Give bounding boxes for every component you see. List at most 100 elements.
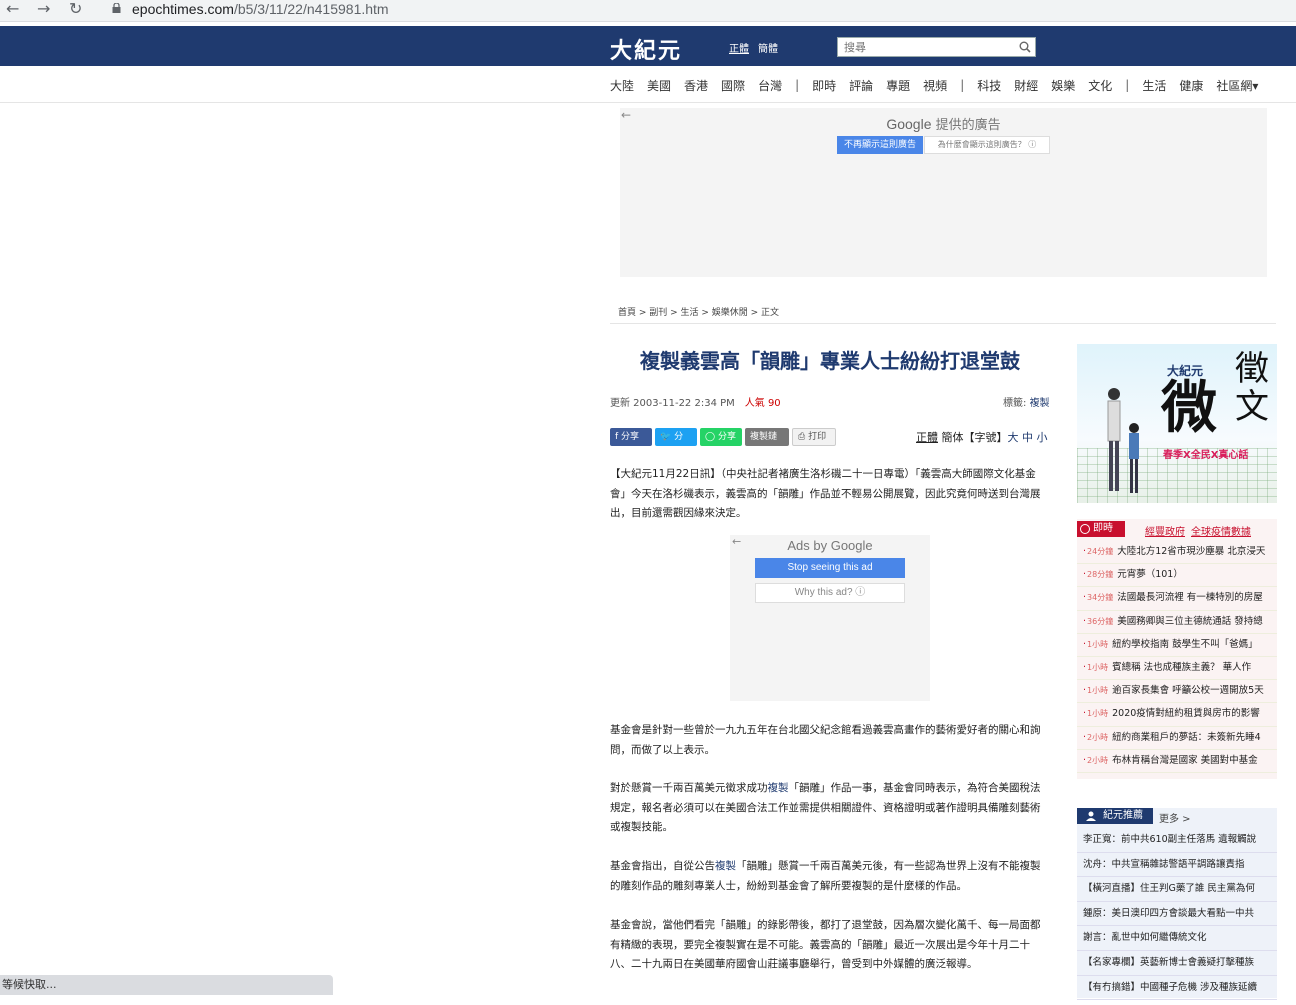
news-item[interactable]: ·2小時 紐約商業租戶的夢話：未簽新先睡4 [1077, 727, 1277, 750]
bullet: · [1083, 754, 1087, 766]
menu-item[interactable]: 香港 [684, 77, 708, 94]
news-link[interactable]: 經豐政府 [1145, 523, 1185, 538]
recommend-item[interactable]: 【橫河直播】住王判G藥了誰 民主黨為何 [1077, 877, 1277, 902]
print-button[interactable]: ⎙ 打印 [792, 428, 836, 446]
recommend-item[interactable]: 謝言：亂世中如何繼傳統文化 [1077, 926, 1277, 951]
news-item[interactable]: ·34分鐘 法國最長河流裡 有一棟特別的房屋 [1077, 587, 1277, 611]
menu-item[interactable]: 科技 [977, 77, 1001, 94]
news-time: 2小時 [1087, 732, 1109, 742]
url-text[interactable]: epochtimes.com/b5/3/11/22/n415981.htm [132, 1, 389, 17]
menu-item[interactable]: 生活 [1142, 77, 1166, 94]
search-icon[interactable] [1019, 41, 1031, 53]
news-list: ·24分鐘 大陸北方12省市現沙塵暴 北京浸天 ·28分鐘 元宵夢（101） ·34分鐘… [1077, 541, 1277, 773]
news-title[interactable]: 美國務卿與三位主德統通話 發持總 [1117, 616, 1263, 627]
menu-item[interactable]: 社區網▾ [1216, 77, 1258, 94]
news-title[interactable]: 大陸北方12省市現沙塵暴 北京浸天 [1117, 546, 1265, 557]
news-item[interactable]: ·2小時 布林肯稱台灣是國家 美國對中基金 [1077, 750, 1277, 773]
twitter-share-button[interactable]: 🐦 分享 [655, 428, 697, 460]
tab-label: 即時 [1093, 523, 1113, 534]
tag-link[interactable]: 複製 [1030, 398, 1050, 409]
news-item[interactable]: ·1小時 紐約學校指南 鼓學生不叫「爸媽」 [1077, 634, 1277, 657]
news-item[interactable]: ·1小時 逾百家長集會 呼籲公校一週開放5天 [1077, 680, 1277, 704]
more-link[interactable]: 更多 > [1159, 810, 1191, 825]
forward-icon[interactable]: → [37, 0, 50, 18]
stop-seeing-ad-button[interactable]: Stop seeing this ad [755, 558, 905, 578]
article-tags: 標籤: 複製 [1003, 394, 1050, 409]
lang-simplified[interactable]: 簡體 [758, 40, 778, 55]
news-item[interactable]: ·28分鐘 元宵夢（101） [1077, 564, 1277, 588]
top-ad: ← Google 提供的廣告 不再顯示這則廣告 為什麼會顯示這則廣告？ ⓘ [620, 108, 1267, 277]
tag-link[interactable]: 複製 [715, 860, 736, 872]
font-simplified-link[interactable]: 簡体【字號】 [938, 431, 1007, 444]
reload-icon[interactable]: ↻ [69, 0, 82, 18]
text-run: 基金會指出，自從公告 [610, 860, 715, 872]
bullet: · [1083, 592, 1087, 604]
tag-link[interactable]: 複製 [768, 782, 789, 794]
bullet: · [1083, 546, 1087, 557]
ad-why-button[interactable]: 為什麼會顯示這則廣告？ ⓘ [924, 136, 1050, 154]
why-this-ad-button[interactable]: Why this ad? ⓘ [755, 583, 905, 603]
menu-item[interactable]: 娛樂 [1051, 77, 1075, 94]
tab-recommend[interactable]: 紀元推薦 [1077, 808, 1153, 824]
news-item[interactable]: ·36分鐘 美國務卿與三位主德統通話 發持總 [1077, 611, 1277, 634]
facebook-share-button[interactable]: f 分享 [610, 428, 652, 446]
menu-item[interactable]: 美國 [647, 77, 671, 94]
tab-breaking[interactable]: 即時 [1077, 521, 1125, 537]
news-item[interactable]: ·24分鐘 大陸北方12省市現沙塵暴 北京浸天 [1077, 541, 1277, 565]
back-icon[interactable]: ← [6, 0, 19, 18]
url-host: epochtimes.com [132, 1, 234, 17]
font-controls: 正體 簡体【字號】大 中 小 [916, 429, 1048, 445]
article-meta: 更新 2003-11-22 2:34 PM 人氣 90 [610, 394, 781, 409]
promo-banner[interactable]: 大紀元 微 徵文 春季X全民X真心話 [1077, 344, 1277, 503]
category-menu: 大陸 美國 香港 國際 台灣 | 即時 評論 專題 視頻 | 科技 財經 娛樂 文化 | 生活 健康 社區網▾ [610, 76, 1271, 94]
menu-item[interactable]: 視頻 [923, 77, 947, 94]
search-input[interactable] [838, 38, 1016, 56]
news-title[interactable]: 紐約商業租戶的夢話：未簽新先睡4 [1112, 732, 1261, 743]
share-label: 分享 [621, 432, 640, 442]
lang-traditional[interactable]: 正體 [729, 40, 749, 55]
whatsapp-share-button[interactable]: ◯ 分享 [700, 428, 742, 446]
menu-item[interactable]: 財經 [1014, 77, 1038, 94]
breadcrumb[interactable]: 首頁 > 副刊 > 生活 > 娛樂休閒 > 正文 [618, 305, 779, 318]
provided-text: 提供的廣告 [931, 118, 1001, 133]
url-path: /b5/3/11/22/n415981.htm [233, 1, 389, 17]
news-title[interactable]: 元宵夢（101） [1117, 569, 1183, 580]
ad-stop-button[interactable]: 不再顯示這則廣告 [837, 136, 923, 154]
menu-item[interactable]: 即時 [812, 77, 836, 94]
article-paragraph: 基金會指出，自從公告複製「韻雕」懸賞一千兩百萬美元後，有一些認為世界上沒有不能複… [610, 857, 1050, 896]
site-logo[interactable]: 大紀元 [610, 33, 682, 65]
recommend-item[interactable]: 沈舟：中共宣稱雜誌警語平調路讓責指 [1077, 853, 1277, 878]
news-title[interactable]: 法國最長河流裡 有一棟特別的房屋 [1117, 592, 1263, 603]
recommend-item[interactable]: 鍾原：美日澳印四方會談最大看點一中共 [1077, 902, 1277, 927]
man-figure-icon [1107, 388, 1121, 491]
font-size-links[interactable]: 大 中 小 [1008, 431, 1048, 444]
promo-slogan: 春季X全民X真心話 [1163, 450, 1249, 461]
breaking-news-panel: 即時 經豐政府 全球疫情數據 ·24分鐘 大陸北方12省市現沙塵暴 北京浸天 ·28… [1077, 519, 1277, 779]
news-title[interactable]: 布林肯稱台灣是國家 美國對中基金 [1112, 755, 1258, 766]
menu-item[interactable]: 健康 [1179, 77, 1203, 94]
recommend-item[interactable]: 【名家專欄】英藝新博士會義疑打擊種族 [1077, 951, 1277, 976]
font-traditional-link[interactable]: 正體 [916, 431, 938, 444]
menu-item[interactable]: 大陸 [610, 77, 634, 94]
news-time: 28分鐘 [1087, 570, 1114, 580]
inline-ad: ← Ads by Google Stop seeing this ad Why … [730, 535, 930, 701]
copy-link-button[interactable]: 複製鏈接 [745, 428, 789, 460]
menu-item[interactable]: 國際 [721, 77, 745, 94]
recommend-item[interactable]: 李正寬：前中共610副主任落馬 遺報觸說 [1077, 828, 1277, 853]
menu-item[interactable]: 專題 [886, 77, 910, 94]
view-count: 人氣 90 [744, 398, 781, 409]
menu-item[interactable]: 評論 [849, 77, 873, 94]
recommend-item[interactable]: 【有冇搞錯】中國種子危機 涉及種族延續 [1077, 976, 1277, 1001]
news-item[interactable]: ·1小時 賓總稱 法也成種族主義？ 華人作 [1077, 657, 1277, 681]
news-title[interactable]: 賓總稱 法也成種族主義？ 華人作 [1112, 662, 1251, 673]
news-item[interactable]: ·1小時 2020疫情對紐約租賃與房市的影響 [1077, 703, 1277, 727]
news-title[interactable]: 紐約學校指南 鼓學生不叫「爸媽」 [1112, 639, 1258, 650]
update-time: 更新 2003-11-22 2:34 PM [610, 398, 735, 409]
news-title[interactable]: 逾百家長集會 呼籲公校一週開放5天 [1112, 685, 1264, 696]
address-bar[interactable]: epochtimes.com/b5/3/11/22/n415981.htm [98, 0, 1296, 20]
menu-item[interactable]: 台灣 [758, 77, 782, 94]
status-bar: 等候快取... [0, 975, 333, 995]
menu-item[interactable]: 文化 [1088, 77, 1112, 94]
news-link[interactable]: 全球疫情數據 [1191, 523, 1251, 538]
news-title[interactable]: 2020疫情對紐約租賃與房市的影響 [1112, 708, 1260, 719]
